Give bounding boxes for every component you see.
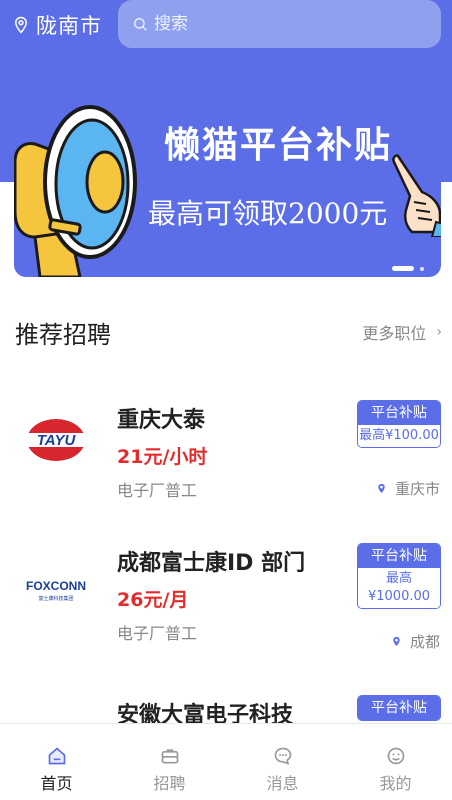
job-company-name: 重庆大泰 <box>117 408 206 433</box>
job-pay: 26元/月 <box>117 589 189 611</box>
job-category: 电子厂普工 <box>117 624 198 643</box>
location-selector[interactable]: 陇南市 <box>12 10 102 40</box>
subsidy-badge-value-line2: ¥1000.00 <box>367 589 431 604</box>
subsidy-badge: 平台补贴 最高 ¥1000.00 <box>357 543 441 609</box>
job-city: 重庆市 <box>376 478 440 499</box>
job-company-name: 成都富士康ID 部门 <box>117 551 306 576</box>
home-icon <box>48 747 65 765</box>
promo-banner[interactable]: 懒猫平台补贴 最高可领取2000元 <box>0 52 452 292</box>
foxconn-logo-icon: FOXCONN 富士康科技集团 <box>26 579 86 602</box>
nav-label: 招聘 <box>153 774 186 793</box>
briefcase-icon <box>161 749 178 764</box>
nav-item-profile[interactable]: 我的 <box>339 724 452 800</box>
tayu-logo-text: TAYU <box>37 432 77 449</box>
job-category: 电子厂普工 <box>117 481 198 500</box>
location-pin-icon <box>14 16 28 34</box>
location-label: 陇南市 <box>36 14 102 38</box>
location-pin-icon <box>378 483 385 494</box>
job-pay: 21元/小时 <box>117 446 208 468</box>
nav-item-home[interactable]: 首页 <box>0 724 113 800</box>
chevron-right-icon: › <box>436 324 442 340</box>
subsidy-badge: 平台补贴 <box>357 695 441 721</box>
top-header: 陇南市 <box>0 0 452 52</box>
subsidy-badge-value-line1: 最高 <box>385 571 412 586</box>
company-logo: FOXCONN 富士康科技集团 <box>20 559 92 619</box>
job-card[interactable]: FOXCONN 富士康科技集团 成都富士康ID 部门 26元/月 电子厂普工 平… <box>0 533 452 663</box>
carousel-dot-active[interactable] <box>392 266 414 271</box>
carousel-indicator[interactable] <box>392 266 424 271</box>
company-logo: TAYU <box>20 410 92 470</box>
nav-item-messages[interactable]: 消息 <box>226 724 339 800</box>
search-icon <box>134 18 147 31</box>
search-bar[interactable] <box>118 0 441 48</box>
nav-item-jobs[interactable]: 招聘 <box>113 724 226 800</box>
carousel-dot[interactable] <box>420 266 424 271</box>
subsidy-badge: 平台补贴 最高¥100.00 <box>357 400 441 448</box>
foxconn-logo-text: FOXCONN <box>26 579 86 593</box>
banner-slide[interactable]: 懒猫平台补贴 最高可领取2000元 <box>14 52 441 277</box>
job-city: 成都 <box>391 631 440 652</box>
bottom-nav: 首页 招聘 消息 我的 <box>0 723 452 800</box>
more-jobs-link[interactable]: 更多职位 › <box>362 320 442 344</box>
more-jobs-label: 更多职位 <box>362 324 427 343</box>
banner-title: 懒猫平台补贴 <box>164 124 393 166</box>
job-company-name: 安徽大富电子科技 <box>117 703 294 723</box>
location-pin-icon <box>393 636 400 647</box>
pointing-hand-icon <box>392 154 441 237</box>
subsidy-badge-title: 平台补贴 <box>358 401 440 425</box>
job-city-label: 成都 <box>409 633 440 651</box>
banner-subtitle: 最高可领取2000元 <box>148 197 388 230</box>
nav-label: 消息 <box>266 774 299 793</box>
message-icon <box>274 747 291 765</box>
job-card[interactable]: 安徽大富电子科技 平台补贴 <box>0 685 452 723</box>
megaphone-icon <box>14 105 137 277</box>
section-title: 推荐招聘 <box>15 320 111 349</box>
subsidy-badge-value: 最高 ¥1000.00 <box>358 568 440 608</box>
job-card[interactable]: TAYU 重庆大泰 21元/小时 电子厂普工 平台补贴 最高¥100.00 重庆… <box>0 390 452 520</box>
recommended-section-header: 推荐招聘 更多职位 › <box>15 314 442 350</box>
subsidy-badge-title: 平台补贴 <box>358 544 440 568</box>
profile-icon <box>387 747 404 765</box>
nav-label: 首页 <box>40 774 73 793</box>
tayu-logo-icon: TAYU <box>26 419 86 461</box>
foxconn-logo-subtext: 富士康科技集团 <box>38 595 73 602</box>
search-input[interactable] <box>154 14 404 34</box>
nav-label: 我的 <box>379 774 412 793</box>
job-city-label: 重庆市 <box>394 480 440 498</box>
subsidy-badge-title: 平台补贴 <box>358 696 440 720</box>
subsidy-badge-value: 最高¥100.00 <box>358 425 440 447</box>
